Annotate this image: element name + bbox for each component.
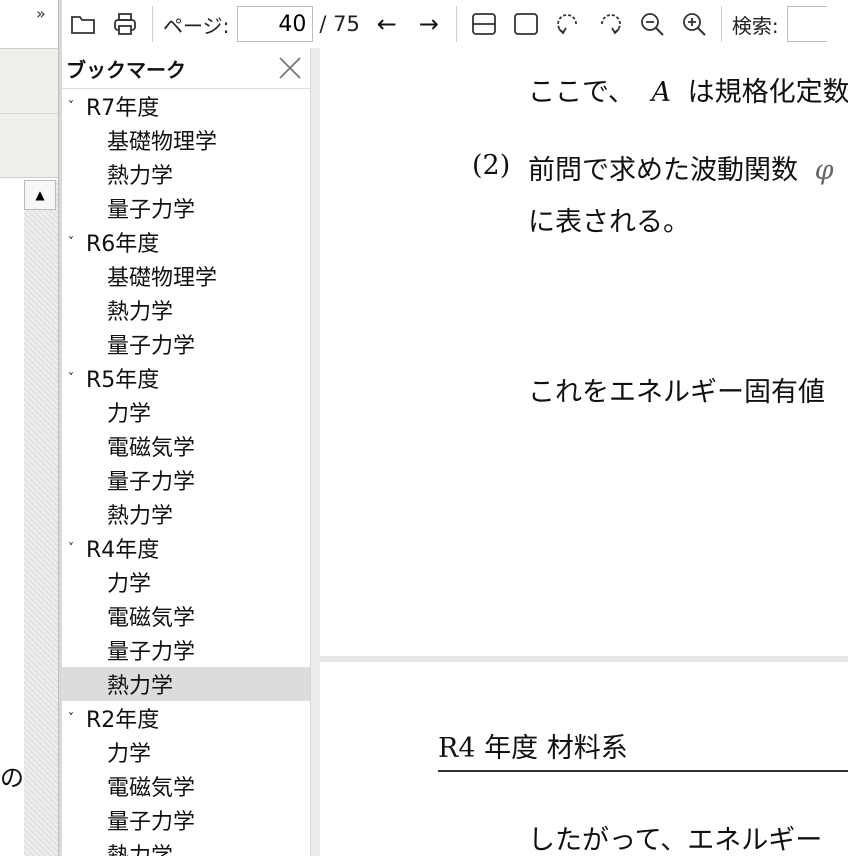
bookmark-item[interactable]: 電磁気学 (62, 429, 310, 463)
printer-icon (114, 13, 136, 35)
bookmark-item[interactable]: 電磁気学 (62, 599, 310, 633)
bookmark-item[interactable]: 量子力学 (62, 463, 310, 497)
bookmark-group[interactable]: ˅ R6年度 (62, 225, 310, 259)
bookmark-group[interactable]: ˅ R5年度 (62, 361, 310, 395)
zoom-in-icon (682, 13, 706, 36)
bookmark-title: ブックマーク (66, 57, 186, 82)
toolbar: ページ: / 75 ← → 検索: (62, 0, 848, 49)
left-scrollbar[interactable] (24, 180, 58, 856)
bookmark-item[interactable]: 力学 (62, 395, 310, 429)
bookmark-item[interactable]: 量子力学 (62, 191, 310, 225)
rotate-left-icon (556, 14, 577, 35)
bookmark-item[interactable]: 熱力学 (62, 837, 310, 856)
bookmark-item[interactable]: 基礎物理学 (62, 123, 310, 157)
bookmark-item[interactable]: 量子力学 (62, 803, 310, 837)
bookmark-item[interactable]: 力学 (62, 565, 310, 599)
bookmark-group-label: R6年度 (86, 232, 160, 257)
chevron-down-icon[interactable]: ˅ (68, 371, 86, 385)
chevron-down-icon[interactable]: ˅ (68, 235, 86, 249)
search-label: 検索: (731, 13, 779, 38)
left-text-fragment: の (0, 764, 24, 792)
bookmark-group-label: R7年度 (86, 96, 160, 121)
print-button[interactable] (108, 7, 142, 41)
panel-splitter[interactable] (310, 48, 320, 856)
bookmark-item[interactable]: 熱力学 (62, 157, 310, 191)
doc-line-5: したがって、エネルギー (528, 825, 823, 856)
doc-line-1: ここで、 A は規格化定数 (528, 77, 848, 108)
page-number-input[interactable] (237, 6, 314, 42)
rotate-right-icon (600, 14, 621, 35)
chevron-down-icon[interactable]: ˅ (68, 99, 86, 113)
bookmark-group-label: R4年度 (86, 538, 160, 563)
fit-page-icon (513, 13, 538, 35)
scroll-up-button[interactable]: ▲ (24, 180, 56, 210)
bookmark-group[interactable]: ˅ R4年度 (62, 531, 310, 565)
bookmark-item[interactable]: 熱力学 (62, 497, 310, 531)
heading-rule (438, 770, 848, 772)
bookmark-item[interactable]: 電磁気学 (62, 769, 310, 803)
bookmark-item[interactable]: 力学 (62, 735, 310, 769)
fit-width-button[interactable] (467, 7, 501, 41)
bookmark-panel: ブックマーク ˅ R7年度 基礎物理学 熱力学 量子力学 ˅ R6年度 基礎物理学 熱力学 量子力… (62, 48, 310, 856)
bookmark-item[interactable]: 熱力学 (62, 667, 310, 701)
zoom-out-icon (640, 13, 664, 36)
bookmark-item[interactable]: 量子力学 (62, 327, 310, 361)
doc-line-2: 前問で求めた波動関数 φ (528, 155, 834, 186)
zoom-in-button[interactable] (677, 7, 711, 41)
folder-icon (71, 16, 95, 34)
page-break (320, 656, 848, 662)
left-pane: » ▲ の (0, 0, 60, 856)
bookmark-item[interactable]: 量子力学 (62, 633, 310, 667)
left-pane-panel (0, 48, 58, 178)
close-icon[interactable] (276, 54, 304, 82)
bookmark-header: ブックマーク (62, 48, 310, 89)
open-folder-button[interactable] (66, 7, 100, 41)
doc-line-4: これをエネルギー固有値 (528, 377, 825, 408)
bookmark-item[interactable]: 熱力学 (62, 293, 310, 327)
page-label: ページ: (163, 13, 230, 38)
page-total: / 75 (319, 12, 360, 36)
bookmark-group[interactable]: ˅ R7年度 (62, 89, 310, 123)
bookmark-group-label: R5年度 (86, 368, 160, 393)
doc-line-3: に表される。 (528, 207, 690, 238)
rotate-left-button[interactable] (551, 7, 585, 41)
section-heading: R4 年度 材料系 (438, 733, 628, 764)
expand-chevron-icon[interactable]: » (36, 4, 46, 23)
zoom-out-button[interactable] (635, 7, 669, 41)
prev-page-button[interactable]: ← (370, 7, 404, 41)
search-input[interactable] (786, 6, 827, 42)
bookmark-tree: ˅ R7年度 基礎物理学 熱力学 量子力学 ˅ R6年度 基礎物理学 熱力学 量子力学 ˅ R5年度力… (62, 89, 310, 856)
bookmark-item[interactable]: 基礎物理学 (62, 259, 310, 293)
fit-width-icon (471, 13, 496, 35)
chevron-down-icon[interactable]: ˅ (68, 541, 86, 555)
bookmark-group-label: R2年度 (86, 708, 160, 733)
fit-page-button[interactable] (509, 7, 543, 41)
next-page-button[interactable]: → (412, 7, 446, 41)
bookmark-group[interactable]: ˅ R2年度 (62, 701, 310, 735)
rotate-right-button[interactable] (593, 7, 627, 41)
question-number: (2) (472, 150, 511, 181)
chevron-down-icon[interactable]: ˅ (68, 711, 86, 725)
document-view: ここで、 A は規格化定数 (2) 前問で求めた波動関数 φ に表される。 これ… (320, 48, 848, 856)
